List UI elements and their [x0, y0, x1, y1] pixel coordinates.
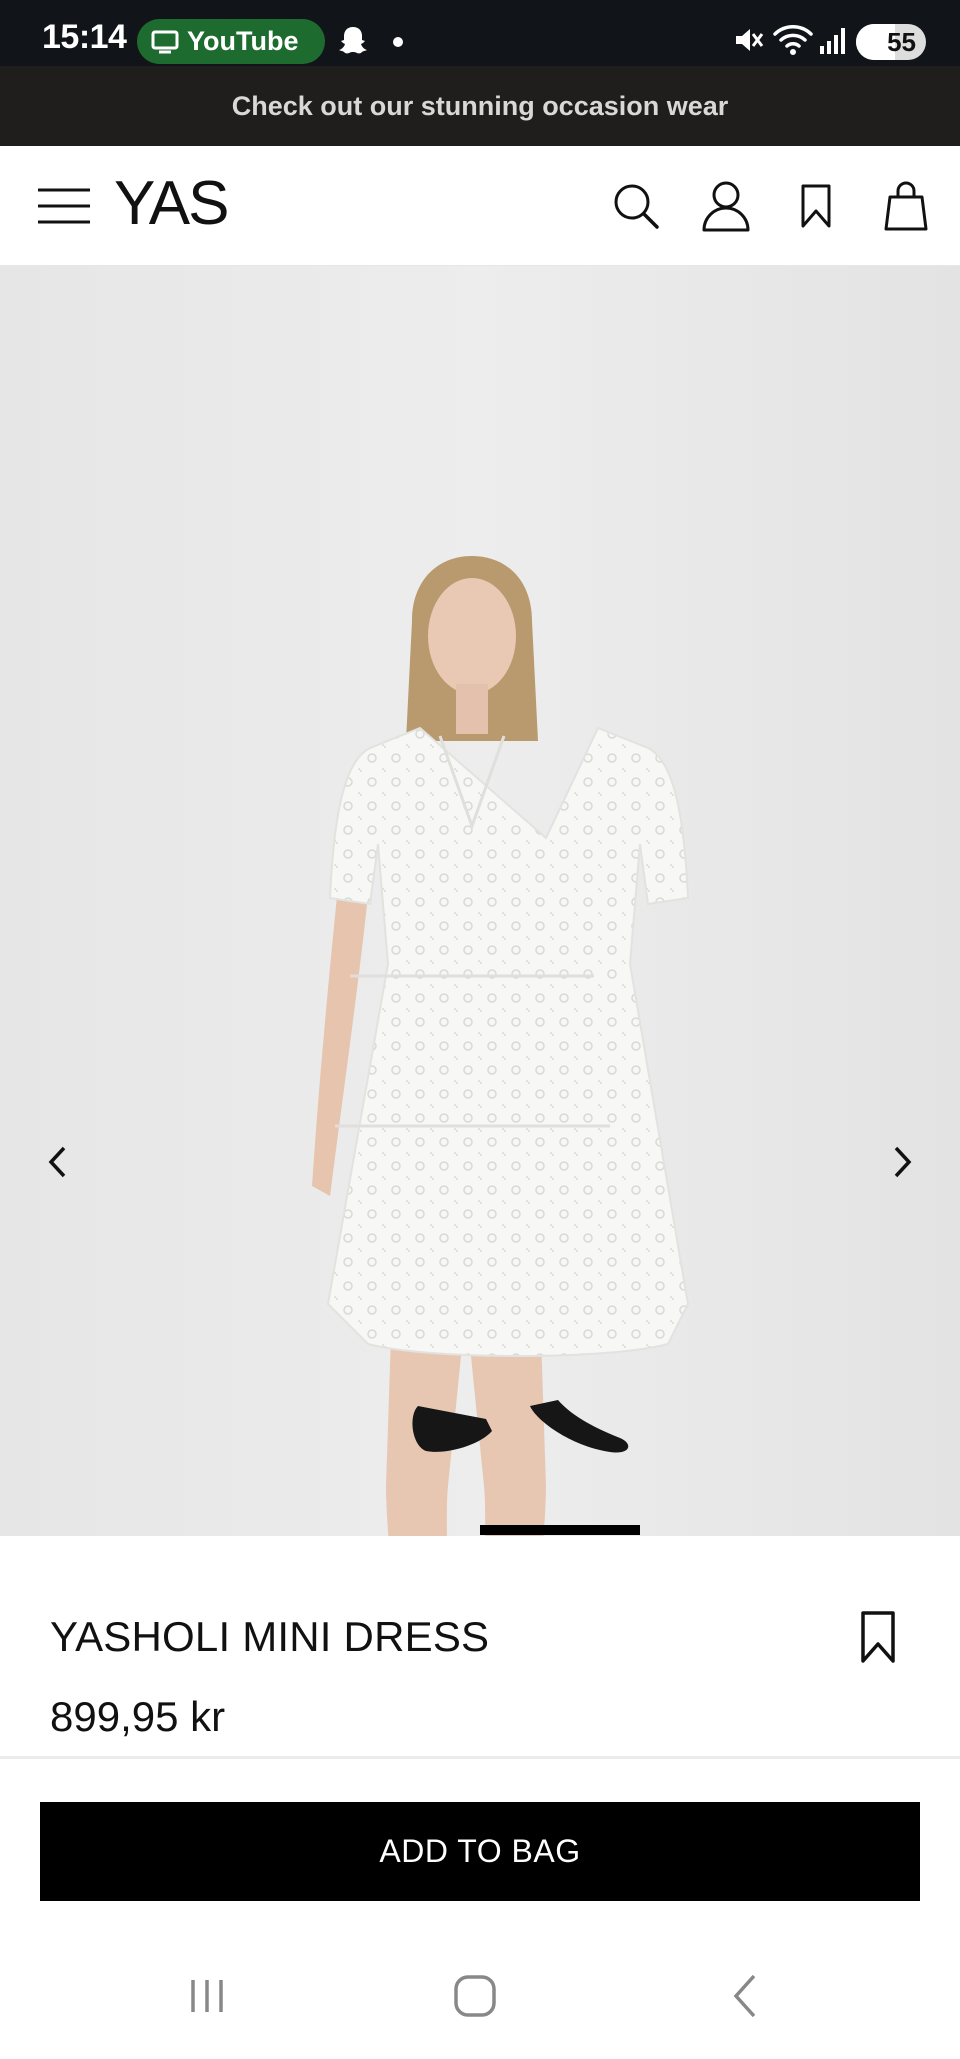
product-info: YASHOLI MINI DRESS 899,95 kr: [0, 1536, 960, 1756]
gallery-prev-button[interactable]: [28, 1122, 88, 1202]
battery-level: 55: [887, 27, 916, 57]
gallery-next-button[interactable]: [872, 1122, 932, 1202]
menu-icon[interactable]: [34, 176, 94, 236]
bookmark-icon: [861, 1611, 895, 1663]
add-to-bag-button[interactable]: ADD TO BAG: [40, 1802, 920, 1901]
product-name: YASHOLI MINI DRESS: [50, 1613, 490, 1660]
youtube-pill[interactable]: YouTube: [137, 19, 325, 64]
account-icon[interactable]: [696, 176, 756, 236]
wishlist-toggle-button[interactable]: [850, 1606, 906, 1668]
chevron-right-icon: [894, 1146, 912, 1178]
signal-icon: [820, 28, 845, 54]
promo-banner[interactable]: Check out our stunning occasion wear: [0, 66, 960, 146]
home-icon[interactable]: [440, 1966, 510, 2026]
product-photo: [0, 266, 960, 1536]
chevron-left-icon: [48, 1146, 66, 1178]
status-time: 15:14: [42, 18, 127, 56]
product-gallery[interactable]: [0, 266, 960, 1536]
brand-logo[interactable]: YAS: [114, 168, 229, 239]
product-price: 899,95 kr: [50, 1693, 226, 1740]
system-nav-bar: [0, 1936, 960, 2059]
promo-text: Check out our stunning occasion wear: [231, 90, 729, 121]
mute-icon: [736, 29, 764, 51]
wifi-icon: [773, 25, 813, 55]
snapchat-icon: [339, 27, 367, 54]
back-icon[interactable]: [710, 1966, 780, 2026]
wishlist-icon[interactable]: [786, 176, 846, 236]
tv-icon: [151, 30, 179, 53]
bag-icon[interactable]: [876, 176, 936, 236]
notification-dot: [393, 37, 403, 47]
status-bar: 15:14 YouTube 55: [0, 0, 960, 66]
battery-icon: 55: [856, 24, 926, 60]
site-header: YAS: [0, 146, 960, 266]
search-icon[interactable]: [606, 176, 666, 236]
gallery-indicator: [480, 1525, 640, 1535]
sticky-action-bar: ADD TO BAG: [0, 1756, 960, 1936]
recent-apps-icon[interactable]: [172, 1966, 242, 2026]
youtube-pill-label: YouTube: [187, 26, 299, 56]
